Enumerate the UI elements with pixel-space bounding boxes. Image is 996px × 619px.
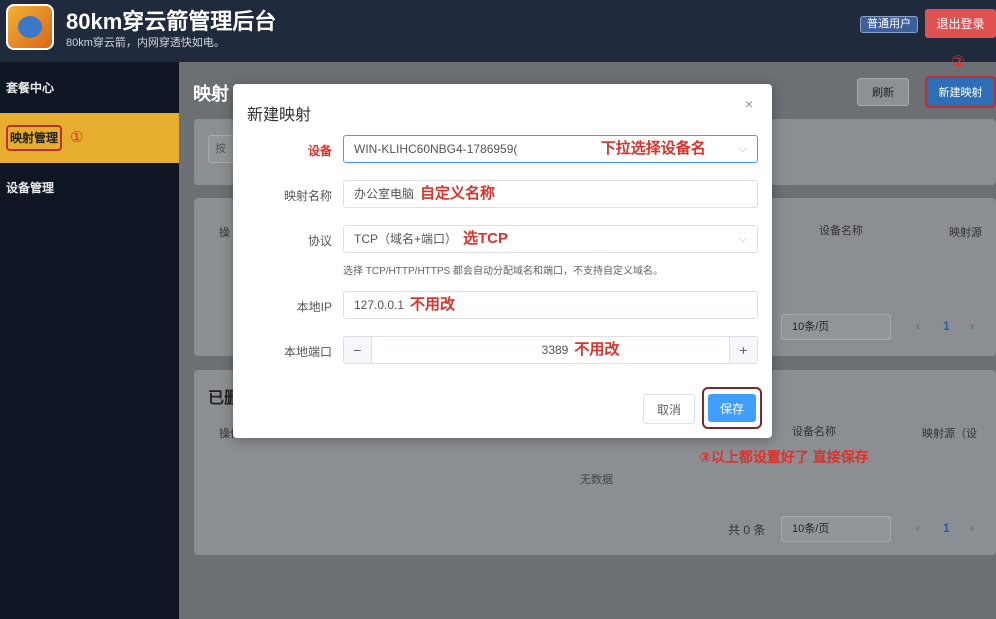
chevron-down-icon: ⌵ xyxy=(738,233,747,245)
cancel-button[interactable]: 取消 xyxy=(643,394,695,424)
name-value: 办公室电脑 xyxy=(354,187,415,201)
increment-button[interactable]: + xyxy=(729,337,757,363)
new-mapping-dialog: 新建映射 × 设备 WIN-KLIHC60NBG4-1786959( 下拉选择设… xyxy=(233,84,772,438)
dialog-title: 新建映射 xyxy=(247,107,312,124)
device-select[interactable]: WIN-KLIHC60NBG4-1786959( 下拉选择设备名 ⌵ xyxy=(343,135,758,163)
chevron-down-icon: ⌵ xyxy=(738,143,747,155)
close-icon[interactable]: × xyxy=(745,96,753,112)
port-stepper[interactable]: − 3389 不用改 + xyxy=(343,336,758,364)
port-label: 本地端口 xyxy=(283,345,332,359)
port-value: 3389 xyxy=(541,343,569,357)
device-label: 设备 xyxy=(307,144,332,158)
decrement-button[interactable]: − xyxy=(344,337,372,363)
name-annotation: 自定义名称 xyxy=(420,185,496,202)
ip-input[interactable]: 127.0.0.1 不用改 xyxy=(343,291,758,319)
name-label: 映射名称 xyxy=(283,189,332,203)
ip-value: 127.0.0.1 xyxy=(354,298,405,312)
ip-annotation: 不用改 xyxy=(410,296,456,313)
protocol-value: TCP（域名+端口） xyxy=(354,232,458,246)
port-value-wrap: 3389 不用改 xyxy=(372,337,729,363)
protocol-label: 协议 xyxy=(307,234,332,248)
device-value: WIN-KLIHC60NBG4-1786959( xyxy=(354,142,518,156)
name-input[interactable]: 办公室电脑 自定义名称 xyxy=(343,180,758,208)
ip-label: 本地IP xyxy=(296,300,332,314)
save-annotation: ③以上都设置好了 直接保存 xyxy=(699,449,869,465)
save-button[interactable]: 保存 xyxy=(708,394,756,422)
protocol-select[interactable]: TCP（域名+端口） 选TCP ⌵ xyxy=(343,225,758,253)
save-highlight: 保存 xyxy=(702,387,762,429)
device-annotation: 下拉选择设备名 xyxy=(600,140,706,157)
protocol-annotation: 选TCP xyxy=(463,230,509,247)
port-annotation: 不用改 xyxy=(574,341,620,358)
protocol-hint: 选择 TCP/HTTP/HTTPS 都会自动分配域名和端口，不支持自定义域名。 xyxy=(343,266,663,277)
